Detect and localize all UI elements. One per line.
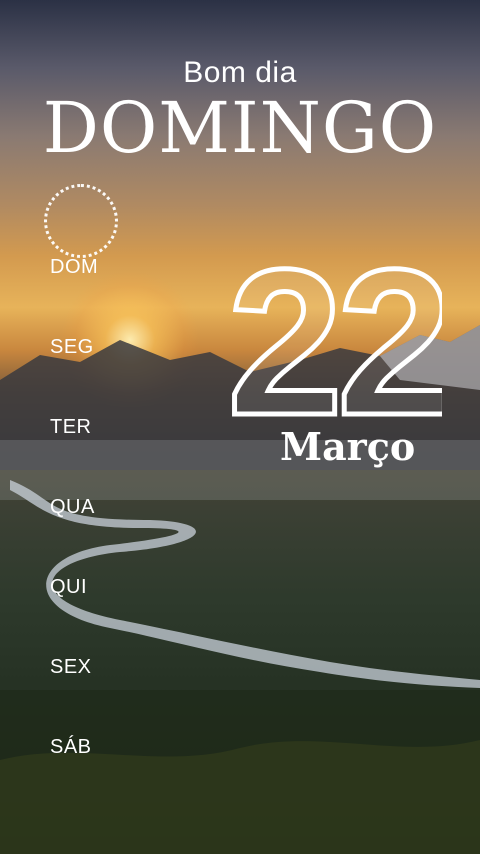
calendar-wallpaper: Bom dia DOMINGO DOM SEG TER QUA QUI SEX … <box>0 0 480 854</box>
month-label: Março <box>280 424 416 469</box>
weekday-seg: SEG <box>50 336 94 358</box>
weekday-dom: DOM <box>50 256 99 278</box>
weekday-qui: QUI <box>50 576 88 598</box>
weekday-qua: QUA <box>50 496 95 518</box>
weekday-sab: SÁB <box>50 736 92 758</box>
day-number-text: 22 <box>232 238 442 428</box>
weekday-sex: SEX <box>50 656 92 678</box>
weekday-ter: TER <box>50 416 92 438</box>
day-number: 22 <box>232 238 442 428</box>
selected-day-circle <box>44 184 118 258</box>
day-name-title: DOMINGO <box>42 87 438 169</box>
greeting-text: Bom dia <box>183 56 297 89</box>
